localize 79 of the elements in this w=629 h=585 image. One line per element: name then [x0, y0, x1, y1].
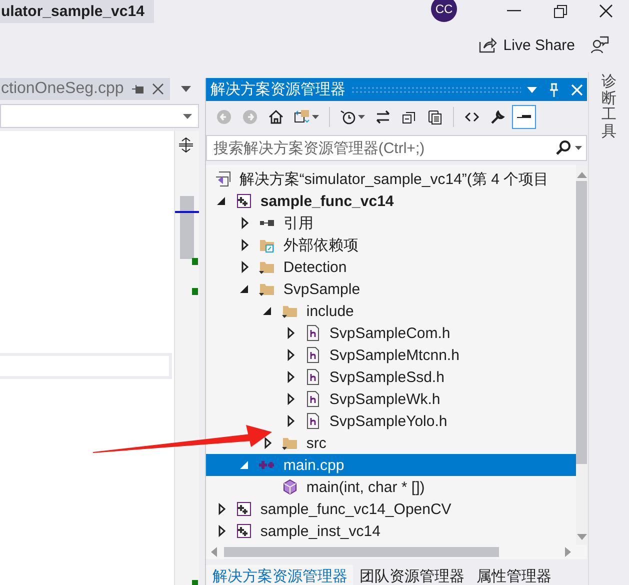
panel-tab[interactable]: 属性管理器 [470, 565, 558, 585]
caret-position-marker [175, 211, 200, 213]
forward-icon [242, 109, 258, 125]
panel-tab[interactable]: 团队资源管理器 [353, 565, 470, 585]
dropdown-arrow-icon[interactable] [181, 86, 192, 92]
panel-title: 解决方案资源管理器 [210, 80, 346, 99]
function-icon [282, 479, 298, 495]
scroll-thumb[interactable] [180, 196, 194, 259]
swap-arrows-icon [375, 109, 392, 125]
minimize-icon[interactable] [507, 10, 521, 12]
header-file-icon [305, 325, 322, 341]
change-marker [192, 258, 198, 265]
tree-item[interactable]: SvpSampleSsd.h [206, 366, 576, 388]
folder-icon [282, 435, 298, 451]
split-handle-icon[interactable] [178, 137, 194, 153]
tree-item[interactable]: Detection [206, 256, 576, 278]
sync-icon [294, 109, 310, 125]
project-icon [236, 523, 252, 539]
pages-icon [427, 109, 444, 125]
preview-icon [516, 115, 532, 119]
tree-item[interactable]: SvpSampleMtcnn.h [206, 344, 576, 366]
tree-item[interactable]: SvpSampleYolo.h [206, 410, 576, 432]
search-icon[interactable] [555, 140, 572, 156]
solution-icon [215, 171, 232, 187]
share-icon [479, 37, 498, 53]
scroll-left-icon[interactable] [210, 547, 218, 557]
caret-icon[interactable] [312, 115, 320, 119]
header-file-icon [305, 369, 322, 385]
scroll-thumb[interactable] [576, 181, 588, 464]
account-avatar[interactable]: CC [431, 0, 457, 22]
close-icon[interactable] [599, 4, 613, 18]
tree-item[interactable]: main(int, char * []) [206, 476, 576, 498]
header-file-icon [305, 347, 322, 363]
tree-item[interactable]: main.cpp [206, 454, 576, 476]
restore-icon[interactable] [554, 4, 566, 18]
tree-item[interactable]: src [206, 432, 576, 454]
feedback-icon[interactable] [591, 36, 609, 54]
window-title: ulator_sample_vc14 [0, 0, 154, 23]
dropdown-arrow-icon[interactable] [527, 86, 538, 92]
wrench-icon [490, 109, 506, 125]
caret-icon[interactable] [183, 114, 192, 118]
clock-icon [340, 109, 356, 125]
panel-tab[interactable]: 解决方案资源管理器 [206, 565, 354, 585]
tree-item[interactable]: 外部依赖项 [206, 234, 576, 256]
horizontal-scrollbar[interactable] [206, 545, 588, 559]
folder-icon [282, 303, 298, 319]
back-icon [216, 109, 232, 125]
side-tab[interactable]: 诊断工具 [602, 74, 617, 585]
preview-button[interactable] [512, 105, 536, 129]
project-icon [236, 501, 252, 517]
header-file-icon [305, 391, 322, 407]
tree-item[interactable]: SvpSample [206, 278, 576, 300]
tree-item[interactable]: sample_inst_vc14 [206, 520, 576, 542]
tree-item[interactable]: 解决方案“simulator_sample_vc14”(第 4 个项目 [206, 168, 576, 190]
search-field[interactable]: 搜索解决方案资源管理器(Ctrl+;) [206, 135, 588, 161]
tree-item[interactable]: SvpSampleCom.h [206, 322, 576, 344]
pin-icon[interactable] [132, 84, 144, 94]
folder-icon [259, 281, 276, 297]
editor-scrollbar[interactable] [174, 131, 200, 585]
header-file-icon [305, 413, 322, 429]
dropdown-arrow-icon[interactable] [575, 146, 582, 150]
caret-icon[interactable] [358, 115, 366, 119]
folder-icon [259, 237, 276, 253]
vertical-scrollbar[interactable] [576, 165, 588, 545]
editor-tab[interactable]: ctionOneSeg.cpp [0, 78, 170, 100]
tree-item[interactable]: include [206, 300, 576, 322]
home-icon [268, 109, 284, 125]
change-marker [192, 580, 198, 585]
tree-item[interactable]: sample_func_vc14_OpenCV [206, 498, 576, 520]
live-share-button[interactable]: Live Share [479, 36, 575, 54]
tree-item[interactable]: SvpSampleWk.h [206, 388, 576, 410]
project-icon [236, 193, 252, 209]
collapse-icon [401, 109, 418, 125]
folder-icon [259, 259, 276, 275]
change-marker [192, 288, 198, 295]
tree-item[interactable]: sample_func_vc14 [206, 190, 576, 212]
scroll-right-icon[interactable] [564, 547, 572, 557]
tree-item[interactable]: 引用 [206, 212, 576, 234]
scroll-thumb[interactable] [224, 547, 500, 557]
